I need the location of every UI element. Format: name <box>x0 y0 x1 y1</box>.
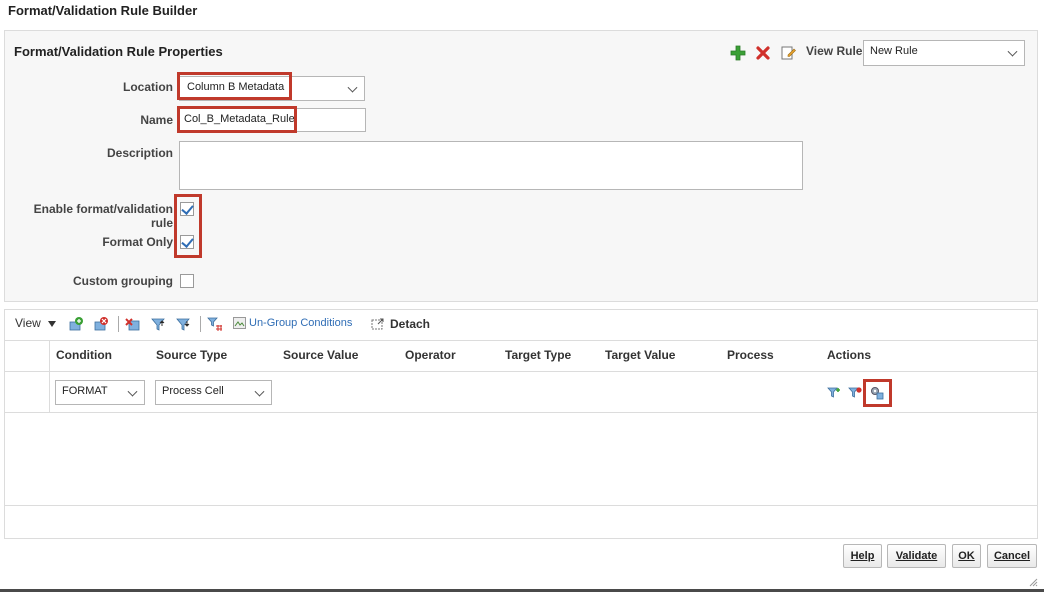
ok-button[interactable]: OK <box>952 544 981 568</box>
add-condition-button[interactable] <box>67 315 85 333</box>
source-type-value: Process Cell <box>162 385 224 397</box>
highlight-location <box>177 72 292 100</box>
edit-document-icon <box>781 46 796 60</box>
delete-row-icon <box>125 318 140 331</box>
ungroup-conditions-button[interactable]: Un-Group Conditions <box>233 316 352 330</box>
detach-button[interactable]: Detach <box>371 317 430 331</box>
format-only-label: Format Only <box>102 235 173 249</box>
validate-button[interactable]: Validate <box>887 544 946 568</box>
chevron-down-icon <box>1007 46 1018 57</box>
highlight-checkboxes <box>174 194 202 258</box>
filter-add-icon <box>827 387 840 398</box>
filter-down-icon <box>176 318 190 331</box>
help-button[interactable]: Help <box>843 544 882 568</box>
ungroup-conditions-label: Un-Group Conditions <box>249 317 353 329</box>
edit-rule-button[interactable] <box>779 44 797 62</box>
resize-grip-icon <box>1029 578 1038 587</box>
cancel-button[interactable]: Cancel <box>987 544 1037 568</box>
delete-row-button[interactable] <box>124 315 142 333</box>
highlight-name <box>177 106 297 133</box>
description-field[interactable] <box>179 141 803 190</box>
header-top-border <box>5 340 1037 341</box>
column-header-source-type[interactable]: Source Type <box>156 348 227 362</box>
delete-x-icon <box>756 46 770 60</box>
detach-icon <box>371 318 384 330</box>
add-condition-icon <box>69 317 83 331</box>
broken-image-icon <box>233 317 246 329</box>
source-type-select[interactable]: Process Cell <box>155 380 272 405</box>
column-divider <box>49 340 50 412</box>
remove-condition-action[interactable] <box>846 384 864 402</box>
custom-grouping-label: Custom grouping <box>73 274 173 288</box>
group-conditions-button[interactable] <box>206 315 224 333</box>
move-up-button[interactable] <box>149 315 167 333</box>
view-menu-label: View <box>15 316 41 330</box>
custom-grouping-checkbox[interactable] <box>180 274 194 288</box>
delete-rule-button[interactable] <box>754 44 772 62</box>
add-rule-button[interactable] <box>729 44 747 62</box>
view-rule-value: New Rule <box>870 45 918 57</box>
column-header-process[interactable]: Process <box>727 348 774 362</box>
detach-label: Detach <box>390 317 431 331</box>
column-header-target-type[interactable]: Target Type <box>505 348 571 362</box>
remove-condition-icon <box>94 317 108 331</box>
location-label: Location <box>123 80 173 94</box>
header-bottom-border <box>5 371 1037 372</box>
column-header-actions[interactable]: Actions <box>827 348 871 362</box>
chevron-down-icon <box>347 82 358 93</box>
view-rule-select[interactable]: New Rule <box>863 40 1025 66</box>
add-condition-action[interactable] <box>825 384 843 402</box>
toolbar-separator <box>200 316 201 332</box>
chevron-down-icon <box>127 386 138 397</box>
enable-rule-label: Enable format/validation rule <box>33 202 173 230</box>
view-menu[interactable]: View <box>15 316 57 330</box>
column-header-target-value[interactable]: Target Value <box>605 348 675 362</box>
description-label: Description <box>106 146 173 160</box>
highlight-action-icon <box>863 379 892 407</box>
column-header-condition[interactable]: Condition <box>56 348 112 362</box>
grid-footer-border <box>5 505 1037 506</box>
group-filter-icon <box>207 317 222 331</box>
filter-remove-icon <box>848 387 862 398</box>
name-label: Name <box>140 113 173 127</box>
view-rule-label: View Rule <box>806 44 863 58</box>
dropdown-arrow-icon <box>48 320 57 327</box>
condition-select[interactable]: FORMAT <box>55 380 145 405</box>
dialog-title: Format/Validation Rule Builder <box>8 3 198 18</box>
remove-condition-button[interactable] <box>92 315 110 333</box>
properties-title: Format/Validation Rule Properties <box>14 44 223 59</box>
column-header-source-value[interactable]: Source Value <box>283 348 358 362</box>
column-header-operator[interactable]: Operator <box>405 348 456 362</box>
resize-grip[interactable] <box>1028 576 1038 590</box>
move-down-button[interactable] <box>174 315 192 333</box>
toolbar-separator <box>118 316 119 332</box>
condition-value: FORMAT <box>62 385 108 397</box>
chevron-down-icon <box>254 386 265 397</box>
filter-up-icon <box>151 318 165 331</box>
plus-icon <box>730 45 746 61</box>
row-bottom-border <box>5 412 1037 413</box>
